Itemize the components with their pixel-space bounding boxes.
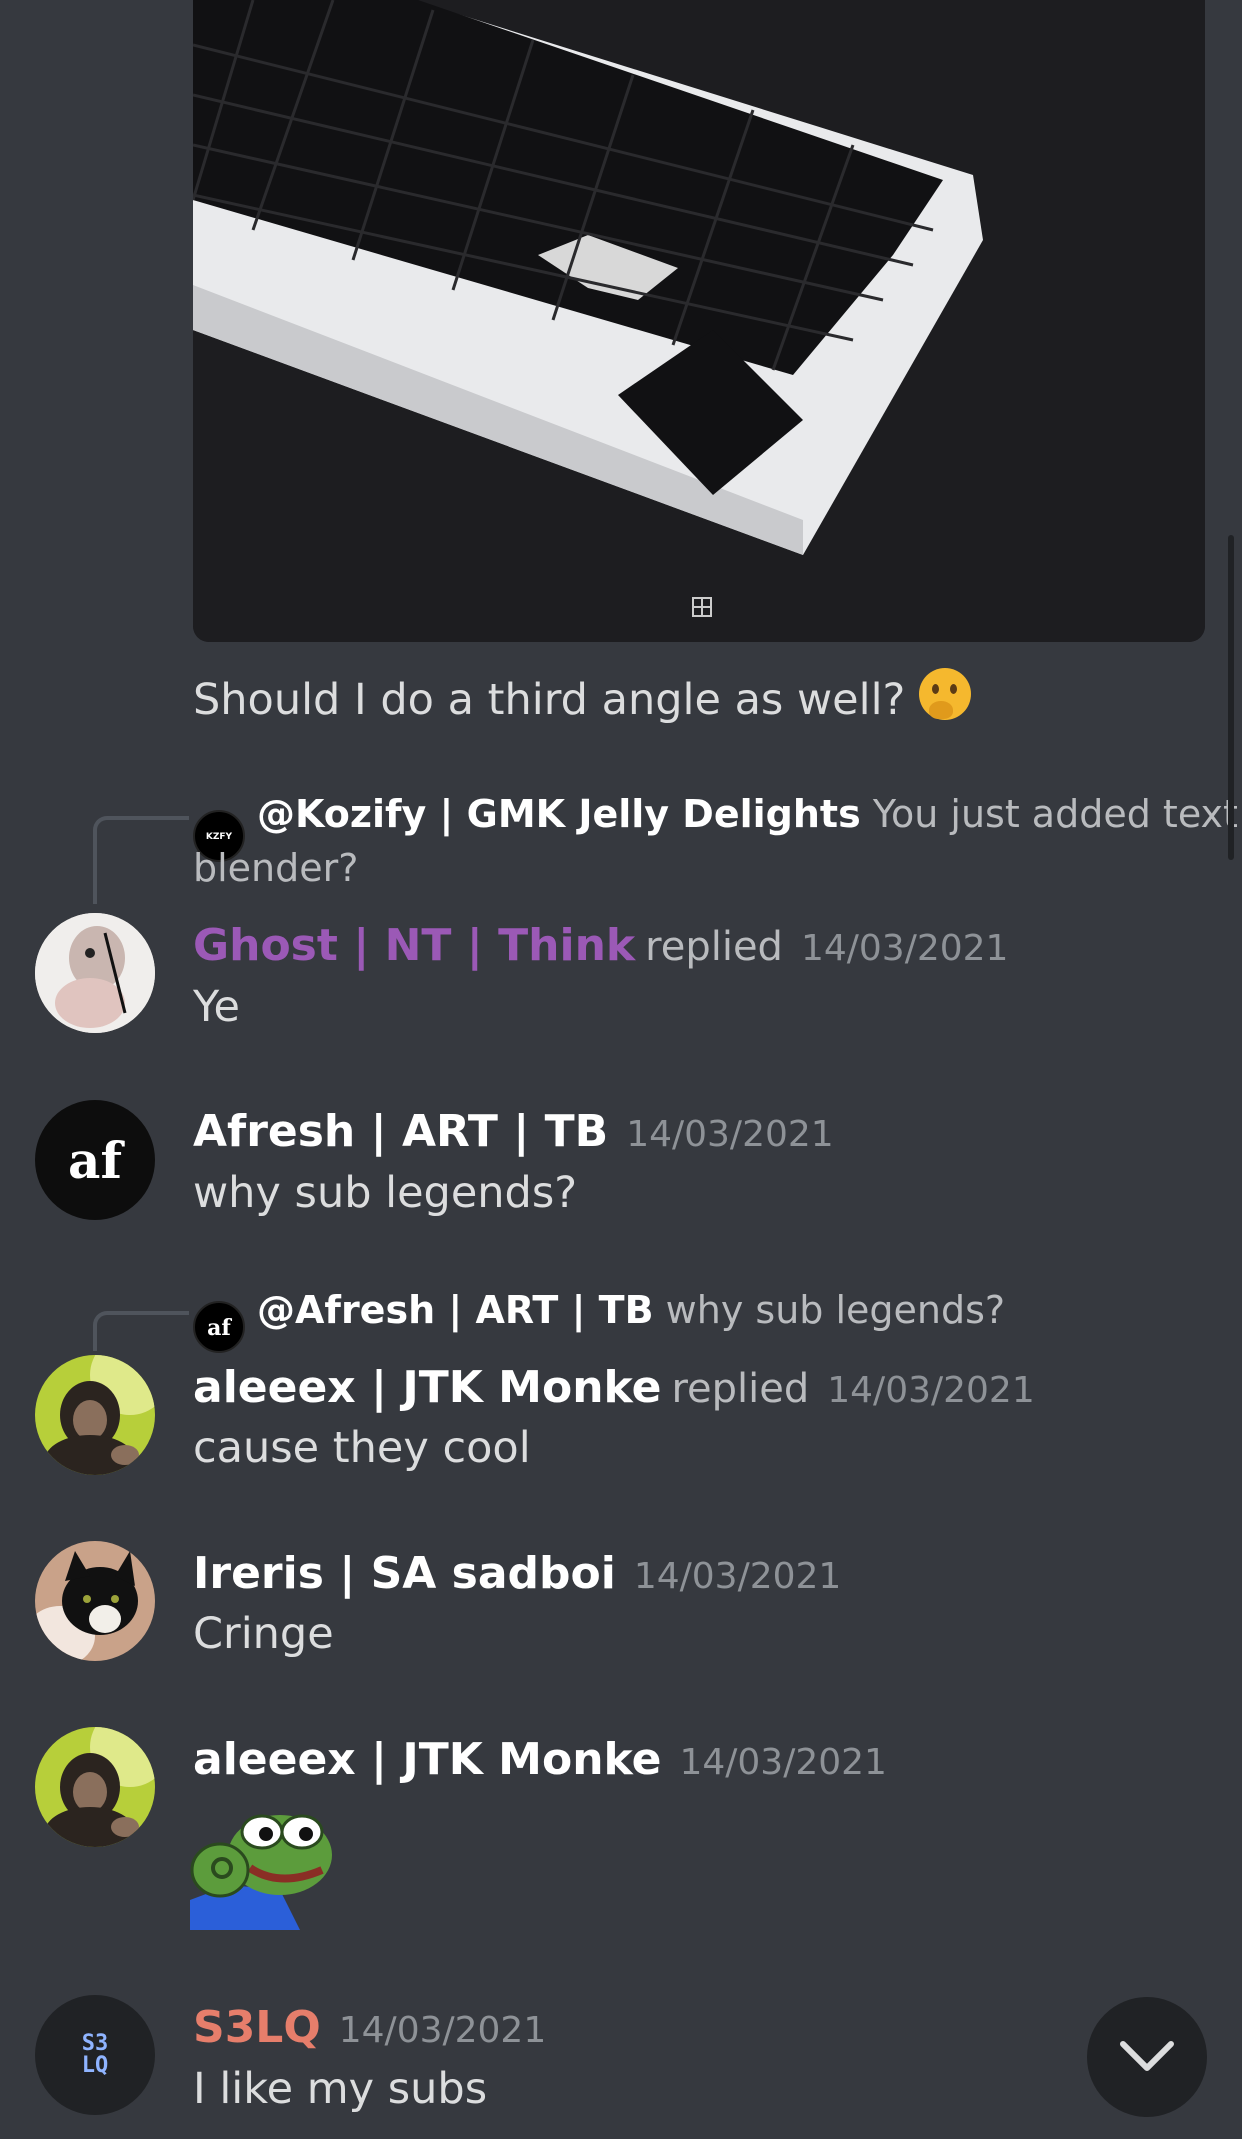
avatar[interactable]: S3 LQ (35, 1995, 155, 2115)
avatar[interactable] (35, 1355, 155, 1475)
reply-connector (93, 1311, 189, 1351)
chevron-down-icon (1120, 2041, 1174, 2071)
reply-avatar: af (193, 1301, 245, 1353)
message-text: cause they cool (193, 1423, 531, 1473)
avatar[interactable] (35, 1541, 155, 1661)
image-attachment[interactable] (193, 0, 1205, 642)
message-text: I like my subs (193, 2064, 488, 2114)
scrollbar[interactable] (1228, 535, 1234, 860)
avatar[interactable] (35, 1727, 155, 1847)
avatar[interactable] (35, 913, 155, 1033)
scroll-to-bottom-button[interactable] (1087, 1997, 1207, 2117)
reply-connector (93, 816, 189, 904)
avatar[interactable]: af (35, 1100, 155, 1220)
message-author[interactable]: aleeex | JTK Monke replied 14/03/2021 (193, 1362, 1035, 1413)
thinking-face-icon (919, 668, 972, 720)
pepe-ok-hand-sticker[interactable] (190, 1790, 338, 1930)
reply-reference-continued: blender? (193, 846, 359, 890)
message-author[interactable]: Ghost | NT | Think replied 14/03/2021 (193, 920, 1008, 971)
message-author[interactable]: Ireris | SA sadboi 14/03/2021 (193, 1548, 841, 1599)
message-text: Ye (193, 982, 241, 1032)
message-author[interactable]: aleeex | JTK Monke 14/03/2021 (193, 1734, 887, 1785)
message-text: why sub legends? (193, 1168, 578, 1218)
message-author[interactable]: Afresh | ART | TB 14/03/2021 (193, 1106, 834, 1157)
message-author[interactable]: S3LQ 14/03/2021 (193, 2002, 546, 2053)
message-text: Should I do a third angle as well? (193, 668, 972, 725)
reply-reference[interactable]: af @Afresh | ART | TB why sub legends? (193, 1288, 1005, 1353)
message-text: Cringe (193, 1609, 334, 1659)
